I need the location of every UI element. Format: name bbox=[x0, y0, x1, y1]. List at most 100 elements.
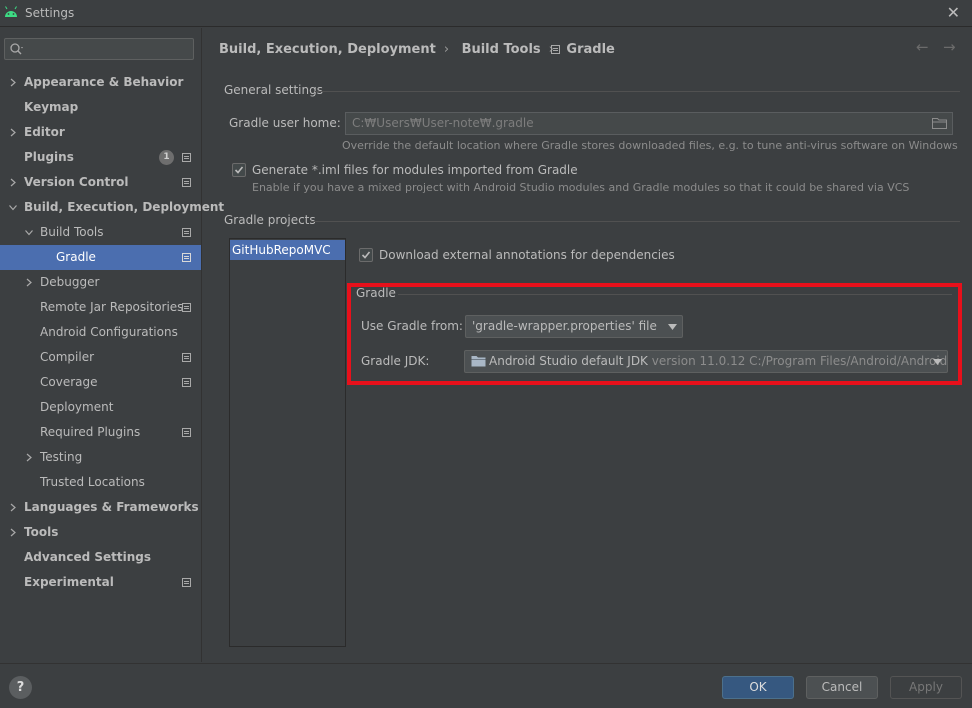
chevron-right-icon bbox=[10, 503, 16, 512]
gradle-user-home-hint: Override the default location where Grad… bbox=[342, 139, 958, 152]
sidebar-item-label: Debugger bbox=[40, 275, 100, 289]
project-level-icon bbox=[182, 428, 191, 437]
help-button[interactable]: ? bbox=[9, 676, 32, 699]
gradle-user-home-label: Gradle user home: bbox=[229, 116, 341, 130]
window-title: Settings bbox=[25, 6, 75, 20]
sidebar-item-label: Android Configurations bbox=[40, 325, 178, 339]
project-level-icon bbox=[182, 303, 191, 312]
chevron-right-icon bbox=[10, 178, 16, 187]
sidebar-item-advanced-settings[interactable]: Advanced Settings bbox=[0, 545, 201, 570]
sidebar-item-remote-jar-repositories[interactable]: Remote Jar Repositories bbox=[0, 295, 201, 320]
gradle-jdk-select[interactable]: Android Studio default JDK version 11.0.… bbox=[464, 350, 948, 373]
sidebar-item-label: Required Plugins bbox=[40, 425, 141, 439]
search-icon bbox=[10, 43, 23, 55]
project-item-githubrepomvc[interactable]: GitHubRepoMVC bbox=[230, 240, 345, 260]
dropdown-arrow-icon bbox=[668, 324, 677, 330]
breadcrumb-item[interactable]: Build, Execution, Deployment bbox=[219, 42, 436, 57]
sidebar-item-label: Deployment bbox=[40, 400, 114, 414]
cancel-button[interactable]: Cancel bbox=[806, 676, 878, 699]
sidebar-item-label: Gradle bbox=[56, 250, 96, 264]
sidebar-item-languages-frameworks[interactable]: Languages & Frameworks bbox=[0, 495, 201, 520]
section-divider bbox=[311, 221, 960, 222]
chevron-right-icon bbox=[26, 453, 32, 462]
generate-iml-hint: Enable if you have a mixed project with … bbox=[252, 181, 910, 194]
project-level-icon bbox=[182, 253, 191, 262]
gradle-jdk-label: Gradle JDK: bbox=[361, 354, 430, 368]
close-icon[interactable]: ✕ bbox=[947, 3, 960, 22]
gradle-jdk-detail: version 11.0.12 C:/Program Files/Android… bbox=[651, 354, 948, 368]
sidebar-item-label: Languages & Frameworks bbox=[24, 500, 199, 514]
chevron-right-icon bbox=[10, 78, 16, 87]
sidebar-item-editor[interactable]: Editor bbox=[0, 120, 201, 145]
sidebar-item-label: Trusted Locations bbox=[40, 475, 145, 489]
use-gradle-from-label: Use Gradle from: bbox=[361, 319, 463, 333]
project-level-icon bbox=[182, 378, 191, 387]
back-arrow-icon[interactable]: ← bbox=[916, 38, 929, 56]
settings-search-input[interactable] bbox=[4, 38, 194, 60]
sidebar-item-build-tools[interactable]: Build Tools bbox=[0, 220, 201, 245]
breadcrumb-item[interactable]: Build Tools bbox=[462, 42, 541, 57]
section-divider bbox=[398, 294, 952, 295]
breadcrumb: Build, Execution, Deployment › Build Tool… bbox=[219, 42, 623, 57]
sidebar-item-required-plugins[interactable]: Required Plugins bbox=[0, 420, 201, 445]
ok-button[interactable]: OK bbox=[722, 676, 794, 699]
sidebar-item-testing[interactable]: Testing bbox=[0, 445, 201, 470]
apply-button[interactable]: Apply bbox=[890, 676, 962, 699]
sidebar-item-coverage[interactable]: Coverage bbox=[0, 370, 201, 395]
gradle-user-home-input[interactable]: C:₩Users₩User-note₩.gradle bbox=[345, 112, 953, 135]
sidebar-item-appearance-behavior[interactable]: Appearance & Behavior bbox=[0, 70, 201, 95]
android-icon bbox=[5, 6, 17, 17]
generate-iml-checkbox[interactable] bbox=[232, 163, 246, 177]
download-annotations-checkbox[interactable] bbox=[359, 248, 373, 262]
sidebar-item-gradle[interactable]: Gradle bbox=[0, 245, 201, 270]
section-divider bbox=[315, 91, 960, 92]
general-settings-title: General settings bbox=[224, 83, 323, 97]
title-bar: Settings ✕ bbox=[0, 0, 972, 27]
folder-browse-icon[interactable] bbox=[932, 117, 947, 129]
sidebar-item-label: Build Tools bbox=[40, 225, 104, 239]
sidebar-item-label: Remote Jar Repositories bbox=[40, 300, 184, 314]
download-annotations-label: Download external annotations for depend… bbox=[379, 248, 675, 262]
chevron-right-icon bbox=[26, 278, 32, 287]
chevron-down-icon bbox=[9, 205, 17, 211]
sidebar-item-keymap[interactable]: Keymap bbox=[0, 95, 201, 120]
sidebar-item-compiler[interactable]: Compiler bbox=[0, 345, 201, 370]
sidebar-item-deployment[interactable]: Deployment bbox=[0, 395, 201, 420]
sidebar-item-version-control[interactable]: Version Control bbox=[0, 170, 201, 195]
project-level-icon bbox=[182, 153, 191, 162]
gradle-projects-list: GitHubRepoMVC bbox=[229, 238, 346, 647]
project-level-icon bbox=[182, 228, 191, 237]
sidebar-item-tools[interactable]: Tools bbox=[0, 520, 201, 545]
sidebar-item-build-execution-deployment[interactable]: Build, Execution, Deployment bbox=[0, 195, 224, 220]
sidebar-item-label: Tools bbox=[24, 525, 59, 539]
project-level-icon bbox=[182, 578, 191, 587]
sidebar-item-experimental[interactable]: Experimental bbox=[0, 570, 201, 595]
generate-iml-label: Generate *.iml files for modules importe… bbox=[252, 163, 578, 177]
sidebar-item-label: Build, Execution, Deployment bbox=[24, 200, 225, 214]
forward-arrow-icon[interactable]: → bbox=[943, 38, 956, 56]
gradle-projects-title: Gradle projects bbox=[224, 213, 316, 227]
settings-content: Build, Execution, Deployment › Build Tool… bbox=[203, 28, 972, 662]
sidebar-item-plugins[interactable]: Plugins 1 bbox=[0, 145, 201, 170]
gradle-jdk-value: Android Studio default JDK bbox=[489, 354, 648, 368]
sidebar-item-label: Testing bbox=[40, 450, 83, 464]
project-level-icon bbox=[182, 178, 191, 187]
checkmark-icon bbox=[234, 166, 244, 174]
chevron-right-icon bbox=[10, 528, 16, 537]
sidebar-item-label: Editor bbox=[24, 125, 65, 139]
sidebar-item-android-configurations[interactable]: Android Configurations bbox=[0, 320, 201, 345]
sidebar-item-label: Keymap bbox=[24, 100, 79, 114]
sidebar-item-label: Coverage bbox=[40, 375, 98, 389]
chevron-right-icon bbox=[10, 128, 16, 137]
dialog-footer: ? OK Cancel Apply bbox=[0, 663, 972, 708]
project-level-icon bbox=[182, 353, 191, 362]
chevron-down-icon bbox=[25, 230, 33, 236]
sidebar-item-debugger[interactable]: Debugger bbox=[0, 270, 201, 295]
sidebar-item-trusted-locations[interactable]: Trusted Locations bbox=[0, 470, 201, 495]
settings-sidebar: Appearance & Behavior Keymap Editor Plug… bbox=[0, 28, 224, 662]
dropdown-arrow-icon bbox=[933, 359, 942, 365]
sidebar-item-label: Experimental bbox=[24, 575, 114, 589]
sidebar-item-label: Plugins bbox=[24, 150, 74, 164]
use-gradle-from-select[interactable]: 'gradle-wrapper.properties' file bbox=[465, 315, 683, 338]
sidebar-item-label: Appearance & Behavior bbox=[24, 75, 184, 89]
